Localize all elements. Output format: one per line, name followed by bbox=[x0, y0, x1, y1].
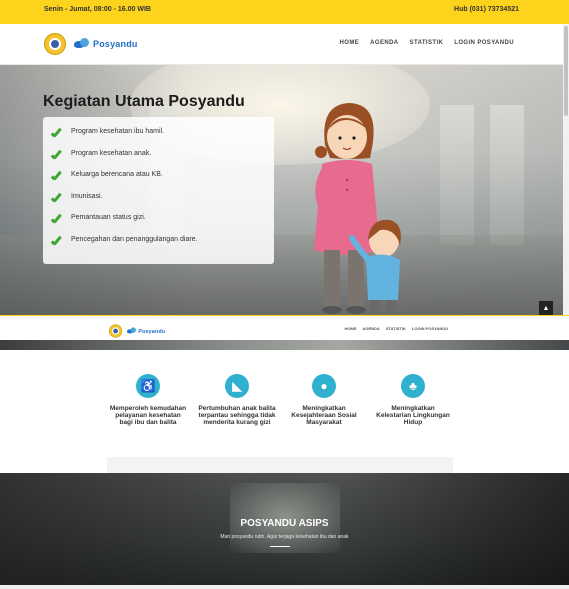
nav-agenda[interactable]: AGENDA bbox=[362, 326, 379, 331]
banner-underline bbox=[270, 546, 290, 547]
brand-name: Posyandu bbox=[138, 328, 166, 334]
check-icon bbox=[51, 235, 64, 245]
main-navbar: Posyandu HOME AGENDA STATISTIK LOGIN POS… bbox=[0, 24, 569, 65]
check-icon bbox=[51, 127, 64, 137]
nav-agenda[interactable]: AGENDA bbox=[370, 40, 398, 46]
scroll-top-button[interactable]: ▲ bbox=[539, 301, 553, 315]
sticky-logo[interactable]: Posyandu bbox=[109, 324, 166, 338]
check-icon bbox=[51, 149, 64, 159]
check-icon bbox=[51, 213, 64, 223]
check-icon bbox=[51, 192, 64, 202]
activity-list: Program kesehatan ibu hamil. Program kes… bbox=[51, 125, 198, 254]
nav-login-posyandu[interactable]: LOGIN POSYANDU bbox=[454, 40, 514, 46]
banner-title: POSYANDU ASIPS bbox=[240, 518, 329, 529]
emblem-icon bbox=[44, 33, 66, 55]
feature-label: Pertumbuhan anak balita terpantau sehing… bbox=[198, 405, 276, 426]
growth-chart-icon: ◣ bbox=[225, 374, 249, 398]
list-item: Imunisasi. bbox=[51, 190, 198, 212]
nav-home[interactable]: HOME bbox=[340, 40, 360, 46]
accessibility-icon: ♿ bbox=[136, 374, 160, 398]
section-divider bbox=[107, 457, 453, 473]
chevron-up-icon: ▲ bbox=[542, 304, 550, 312]
nav-home[interactable]: HOME bbox=[344, 326, 356, 331]
hero-title: Kegiatan Utama Posyandu bbox=[43, 93, 245, 110]
list-item: Program kesehatan anak. bbox=[51, 147, 198, 169]
office-hours: Senin - Jumat, 08:00 - 16.00 WIB bbox=[44, 6, 151, 13]
feature-label: Meningkatkan Kelestarian Lingkungan Hidu… bbox=[376, 405, 450, 426]
top-info-bar: Senin - Jumat, 08:00 - 16.00 WIB Hub (03… bbox=[0, 0, 569, 24]
sticky-nav-menu: HOME AGENDA STATISTIK LOGIN POSYANDU bbox=[344, 326, 448, 331]
nav-statistik[interactable]: STATISTIK bbox=[410, 40, 444, 46]
feature-item: ♿ Memperoleh kemudahan pelayanan kesehat… bbox=[108, 374, 188, 426]
page-scrollbar[interactable] bbox=[563, 24, 569, 315]
posyandu-logo-icon bbox=[74, 38, 90, 50]
footer-edge bbox=[0, 585, 569, 589]
image-strip bbox=[0, 340, 569, 350]
posyandu-logo-icon bbox=[127, 327, 137, 334]
feature-item: ● Meningkatkan Kesejahteraan Sosial Masy… bbox=[284, 374, 364, 426]
site-logo[interactable]: Posyandu bbox=[44, 33, 138, 55]
list-item: Keluarga berencana atau KB. bbox=[51, 168, 198, 190]
feature-label: Memperoleh kemudahan pelayanan kesehatan… bbox=[109, 405, 187, 426]
person-icon: ● bbox=[312, 374, 336, 398]
nav-statistik[interactable]: STATISTIK bbox=[386, 326, 406, 331]
phone-number: Hub (031) 73734521 bbox=[454, 6, 519, 13]
nav-login-posyandu[interactable]: LOGIN POSYANDU bbox=[412, 326, 448, 331]
emblem-icon bbox=[109, 324, 123, 338]
sticky-navbar: Posyandu HOME AGENDA STATISTIK LOGIN POS… bbox=[0, 315, 569, 341]
feature-item: ◣ Pertumbuhan anak balita terpantau sehi… bbox=[197, 374, 277, 426]
check-icon bbox=[51, 170, 64, 180]
brand-name: Posyandu bbox=[93, 39, 138, 49]
features-section: ♿ Memperoleh kemudahan pelayanan kesehat… bbox=[0, 350, 569, 473]
scrollbar-thumb[interactable] bbox=[564, 26, 568, 116]
list-item: Pencegahan dan penanggulangan diare. bbox=[51, 233, 198, 255]
nav-menu: HOME AGENDA STATISTIK LOGIN POSYANDU bbox=[340, 40, 514, 46]
tree-icon: ♣ bbox=[401, 374, 425, 398]
list-item: Program kesehatan ibu hamil. bbox=[51, 125, 198, 147]
feature-label: Meningkatkan Kesejahteraan Sosial Masyar… bbox=[291, 405, 357, 426]
mother-child-illustration bbox=[314, 103, 401, 314]
banner-subtitle: Mari posyandu rutin. Agar terjaga keseha… bbox=[220, 534, 349, 540]
list-item: Pemantauan status gizi. bbox=[51, 211, 198, 233]
banner-section: POSYANDU ASIPS Mari posyandu rutin. Agar… bbox=[0, 473, 569, 585]
feature-item: ♣ Meningkatkan Kelestarian Lingkungan Hi… bbox=[373, 374, 453, 426]
